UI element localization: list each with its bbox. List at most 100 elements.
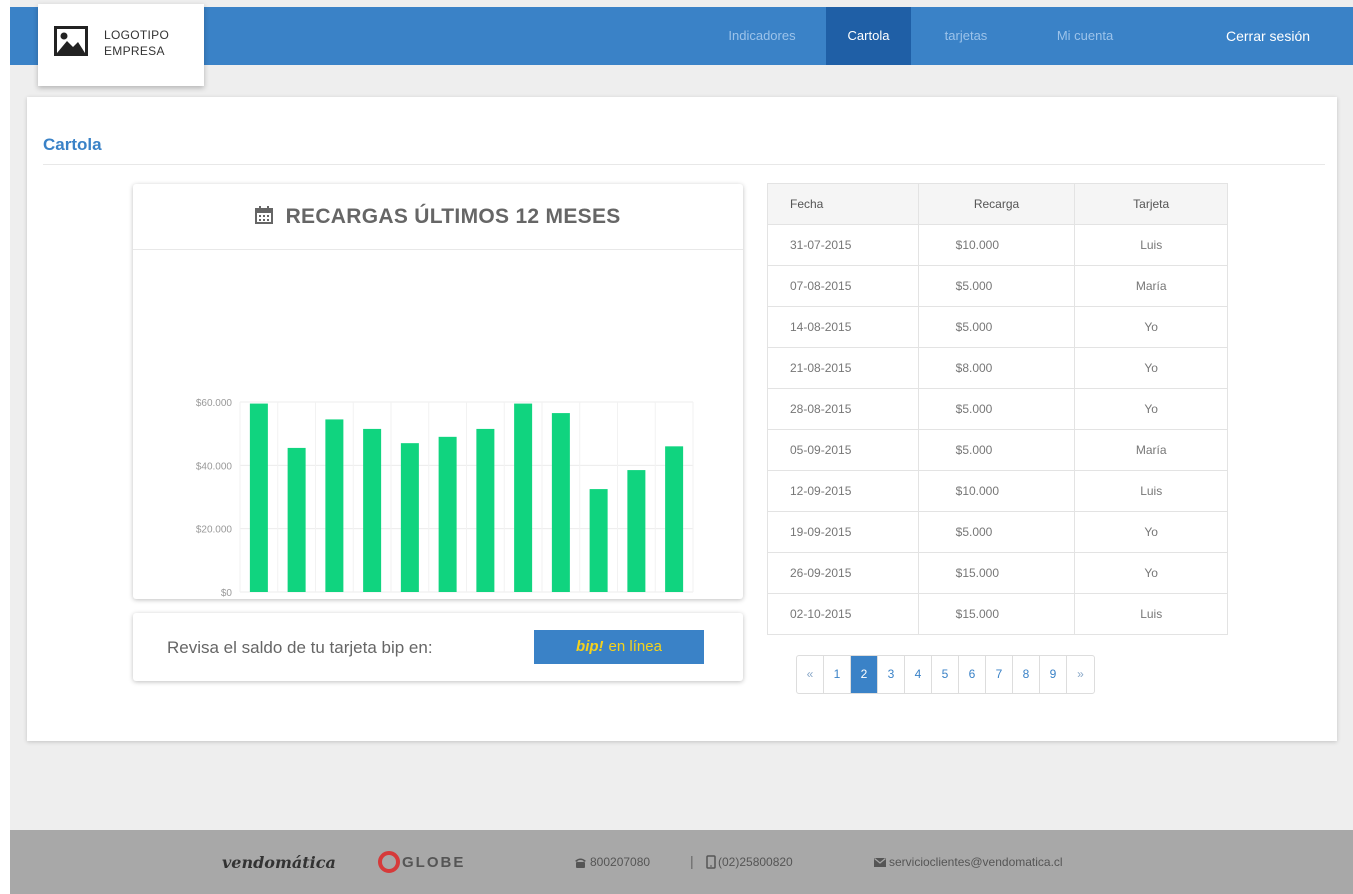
- top-navbar: Indicadores Cartola tarjetas Mi cuenta C…: [10, 7, 1353, 65]
- phone-icon: [575, 858, 586, 868]
- footer-phone: 800207080: [590, 855, 651, 869]
- nav-item-mi-cuenta[interactable]: Mi cuenta: [1030, 7, 1140, 65]
- footer: vendomática GLOBE 800207080 | (02)258008…: [10, 830, 1353, 894]
- bip-online-button[interactable]: bip! en línea: [534, 630, 704, 664]
- column-header-fecha[interactable]: Fecha: [767, 183, 919, 225]
- column-header-tarjeta[interactable]: Tarjeta: [1074, 183, 1228, 225]
- pagination-page-9[interactable]: 9: [1040, 656, 1067, 693]
- logo-text: LOGOTIPO EMPRESA: [104, 28, 170, 58]
- pagination-page-3[interactable]: 3: [878, 656, 905, 693]
- bar: [325, 419, 344, 592]
- pagination-prev[interactable]: «: [797, 656, 824, 693]
- cell-fecha: 07-08-2015: [767, 265, 919, 307]
- globe-logo-text: GLOBE: [402, 854, 466, 871]
- bar: [627, 470, 646, 592]
- footer-email[interactable]: servicioclientes@vendomatica.cl: [889, 855, 1063, 869]
- cell-tarjeta: Yo: [1074, 388, 1228, 430]
- bar: [514, 403, 533, 592]
- bar: [363, 428, 382, 592]
- nav-item-indicadores[interactable]: Indicadores: [706, 7, 818, 65]
- pagination-page-5[interactable]: 5: [932, 656, 959, 693]
- cell-fecha: 19-09-2015: [767, 511, 919, 553]
- cell-tarjeta: María: [1074, 429, 1228, 471]
- table-row: 21-08-2015 $8.000 Yo: [767, 347, 1228, 389]
- cell-tarjeta: Yo: [1074, 347, 1228, 389]
- bar: [249, 403, 268, 592]
- bip-text: Revisa el saldo de tu tarjeta bip en:: [167, 638, 433, 657]
- cell-tarjeta: María: [1074, 265, 1228, 307]
- calendar-icon: [255, 206, 274, 225]
- cell-recarga: $15.000: [917, 593, 1076, 635]
- cell-recarga: $15.000: [917, 552, 1076, 594]
- image-placeholder-icon: [54, 26, 88, 56]
- cell-recarga: $5.000: [917, 429, 1076, 471]
- cell-fecha: 14-08-2015: [767, 306, 919, 348]
- company-logo[interactable]: LOGOTIPO EMPRESA: [38, 4, 204, 86]
- bar: [438, 436, 457, 592]
- pagination-page-7[interactable]: 7: [986, 656, 1013, 693]
- globe-logo-icon: [378, 851, 400, 873]
- cell-tarjeta: Yo: [1074, 552, 1228, 594]
- cell-fecha: 05-09-2015: [767, 429, 919, 471]
- table-header-row: Fecha Recarga Tarjeta: [767, 183, 1228, 225]
- main-panel: Cartola RECARGAS ÚLTIMOS 12 MESES $0 $20.…: [27, 97, 1337, 741]
- envelope-icon: [874, 858, 886, 867]
- chart-card: RECARGAS ÚLTIMOS 12 MESES $0 $20.000 $40.0…: [133, 184, 743, 599]
- footer-separator: |: [690, 853, 694, 869]
- cell-recarga: $10.000: [917, 470, 1076, 512]
- bip-button-label: en línea: [608, 638, 662, 655]
- bar: [400, 443, 419, 592]
- nav-item-cartola[interactable]: Cartola: [826, 7, 911, 65]
- cell-tarjeta: Luis: [1074, 593, 1228, 635]
- cell-fecha: 28-08-2015: [767, 388, 919, 430]
- vendomatica-logo: vendomática: [222, 853, 336, 872]
- bar-chart: $0$20.000$40.000$60.000MarzoAbrilMayoJun…: [196, 398, 694, 599]
- recargas-table: Fecha Recarga Tarjeta 31-07-2015 $10.000 L…: [767, 183, 1228, 635]
- cell-recarga: $10.000: [917, 224, 1076, 266]
- pagination-page-4[interactable]: 4: [905, 656, 932, 693]
- table-row: 07-08-2015 $5.000 María: [767, 265, 1228, 307]
- table-row: 19-09-2015 $5.000 Yo: [767, 511, 1228, 553]
- table-row: 02-10-2015 $15.000 Luis: [767, 593, 1228, 635]
- pagination-page-1[interactable]: 1: [824, 656, 851, 693]
- pagination-page-2[interactable]: 2: [851, 656, 878, 693]
- column-header-recarga[interactable]: Recarga: [917, 183, 1076, 225]
- table-row: 05-09-2015 $5.000 María: [767, 429, 1228, 471]
- y-tick-label: $60.000: [196, 398, 233, 409]
- footer-mobile: (02)25800820: [718, 855, 793, 869]
- logout-button[interactable]: Cerrar sesión: [1205, 7, 1331, 65]
- pagination-next[interactable]: »: [1067, 656, 1094, 693]
- cell-fecha: 31-07-2015: [767, 224, 919, 266]
- bar: [551, 413, 570, 592]
- cell-tarjeta: Yo: [1074, 511, 1228, 553]
- table-row: 14-08-2015 $5.000 Yo: [767, 306, 1228, 348]
- nav-item-tarjetas[interactable]: tarjetas: [921, 7, 1011, 65]
- bar: [287, 447, 306, 592]
- pagination: « 1 2 3 4 5 6 7 8 9 »: [796, 655, 1095, 694]
- title-divider: [43, 164, 1325, 165]
- y-tick-label: $20.000: [196, 525, 233, 536]
- cell-fecha: 21-08-2015: [767, 347, 919, 389]
- cell-fecha: 26-09-2015: [767, 552, 919, 594]
- bip-card: Revisa el saldo de tu tarjeta bip en: bi…: [133, 613, 743, 681]
- cell-recarga: $5.000: [917, 388, 1076, 430]
- bip-logo: bip!: [576, 638, 604, 655]
- cell-recarga: $5.000: [917, 511, 1076, 553]
- pagination-page-6[interactable]: 6: [959, 656, 986, 693]
- bar: [665, 446, 684, 592]
- chart-title: RECARGAS ÚLTIMOS 12 MESES: [133, 184, 743, 250]
- cell-fecha: 02-10-2015: [767, 593, 919, 635]
- y-tick-label: $40.000: [196, 461, 233, 472]
- cell-fecha: 12-09-2015: [767, 470, 919, 512]
- table-row: 12-09-2015 $10.000 Luis: [767, 470, 1228, 512]
- bar: [476, 428, 495, 592]
- y-tick-label: $0: [221, 588, 233, 599]
- recargas-table-wrapper: Fecha Recarga Tarjeta 31-07-2015 $10.000 L…: [767, 183, 1228, 635]
- cell-tarjeta: Luis: [1074, 470, 1228, 512]
- cell-recarga: $8.000: [917, 347, 1076, 389]
- bar: [589, 489, 608, 592]
- cell-recarga: $5.000: [917, 306, 1076, 348]
- pagination-page-8[interactable]: 8: [1013, 656, 1040, 693]
- cell-tarjeta: Yo: [1074, 306, 1228, 348]
- mobile-icon: [706, 855, 716, 869]
